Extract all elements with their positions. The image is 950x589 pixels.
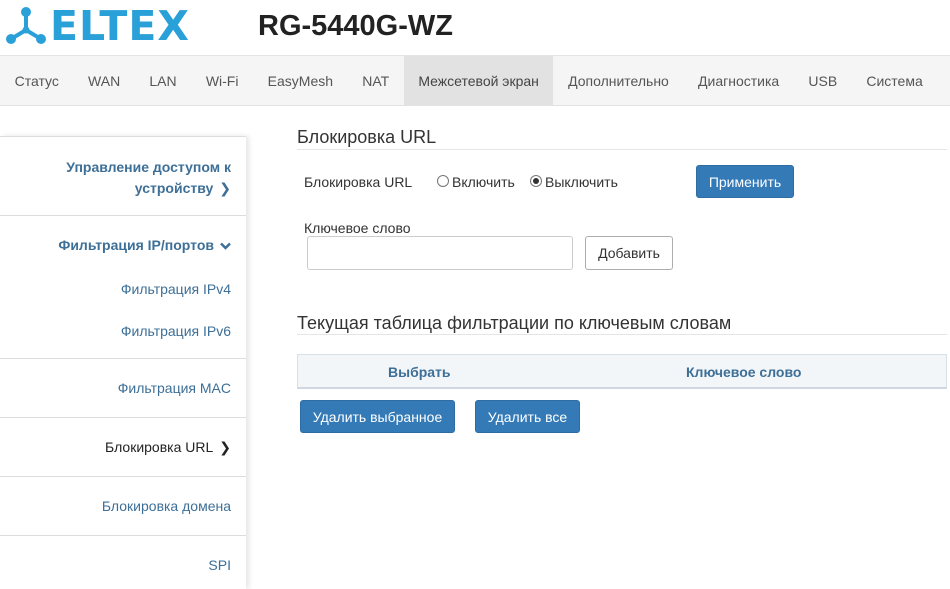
tab-diagnostics[interactable]: Диагностика: [683, 56, 793, 106]
table-title: Текущая таблица фильтрации по ключевым с…: [297, 313, 732, 333]
add-button[interactable]: Добавить: [585, 236, 673, 270]
chevron-right-icon: ❯: [219, 439, 231, 455]
chevron-right-icon: ❯: [219, 180, 231, 196]
title-divider: [297, 149, 947, 150]
page-title: Блокировка URL: [297, 127, 437, 147]
url-block-label: Блокировка URL: [304, 174, 413, 190]
table-title-divider: [297, 334, 947, 335]
sidebar-item-label: SPI: [208, 557, 231, 573]
delete-selected-button[interactable]: Удалить выбранное: [300, 400, 455, 433]
eltex-logo-icon: [6, 7, 46, 44]
sidebar-item-ipv4-filter[interactable]: Фильтрация IPv4: [0, 275, 246, 316]
sidebar-item-domain-block[interactable]: Блокировка домена: [0, 477, 246, 536]
keyword-label: Ключевое слово: [304, 220, 411, 236]
tab-system[interactable]: Система: [852, 56, 938, 106]
tab-wifi[interactable]: Wi-Fi: [191, 56, 253, 106]
tab-firewall[interactable]: Межсетевой экран: [403, 56, 554, 106]
sidebar-item-label: Фильтрация IP/портов: [58, 237, 214, 253]
sidebar-item-label: Фильтрация IPv4: [120, 281, 231, 297]
tab-usb[interactable]: USB: [794, 56, 852, 106]
brand-wordmark: ELTEX: [50, 2, 190, 50]
keyword-input[interactable]: [307, 236, 573, 270]
chevron-down-icon: [220, 216, 231, 275]
device-model: RG-5440G-WZ: [258, 10, 453, 42]
sidebar-item-access-control[interactable]: Управление доступом к устройству ❯: [0, 137, 246, 216]
sidebar-item-label: Блокировка домена: [101, 498, 231, 514]
tab-advanced[interactable]: Дополнительно: [553, 56, 683, 106]
top-nav: Статус WAN LAN Wi-Fi EasyMesh NAT Межсет…: [0, 55, 950, 106]
sidebar-item-label: Фильтрация IPv6: [120, 323, 231, 339]
radio-enable[interactable]: [437, 175, 449, 187]
sidebar-item-spi[interactable]: SPI: [0, 536, 246, 589]
radio-disable-label: Выключить: [545, 174, 618, 190]
sidebar-item-label: устройству: [134, 180, 214, 196]
sidebar-item-url-block[interactable]: Блокировка URL ❯: [0, 418, 246, 477]
sidebar-item-mac-filter[interactable]: Фильтрация MAC: [0, 359, 246, 418]
sidebar-item-label: Блокировка URL: [105, 439, 214, 455]
apply-button[interactable]: Применить: [696, 165, 794, 198]
keyword-table-header: Выбрать Ключевое слово: [297, 354, 947, 389]
column-header-keyword: Ключевое слово: [686, 364, 802, 380]
tab-nat[interactable]: NAT: [348, 56, 404, 106]
radio-enable-label: Включить: [452, 174, 515, 190]
header: ELTEX RG-5440G-WZ: [0, 0, 950, 55]
sidebar-item-ip-port-filter[interactable]: Фильтрация IP/портов: [0, 216, 246, 275]
eltex-logo[interactable]: ELTEX: [4, 5, 190, 47]
tab-lan[interactable]: LAN: [135, 56, 191, 106]
sidebar-item-label: Управление доступом к: [66, 159, 231, 175]
sidebar: Управление доступом к устройству ❯ Фильтр…: [0, 136, 246, 589]
column-header-select: Выбрать: [388, 364, 451, 380]
sidebar-item-ipv6-filter[interactable]: Фильтрация IPv6: [0, 316, 246, 359]
tab-easymesh[interactable]: EasyMesh: [253, 56, 348, 106]
tab-status[interactable]: Статус: [0, 56, 73, 106]
delete-all-button[interactable]: Удалить все: [475, 400, 580, 433]
tab-wan[interactable]: WAN: [73, 56, 134, 106]
sidebar-item-label: Фильтрация MAC: [117, 380, 231, 396]
radio-disable[interactable]: [530, 175, 542, 187]
